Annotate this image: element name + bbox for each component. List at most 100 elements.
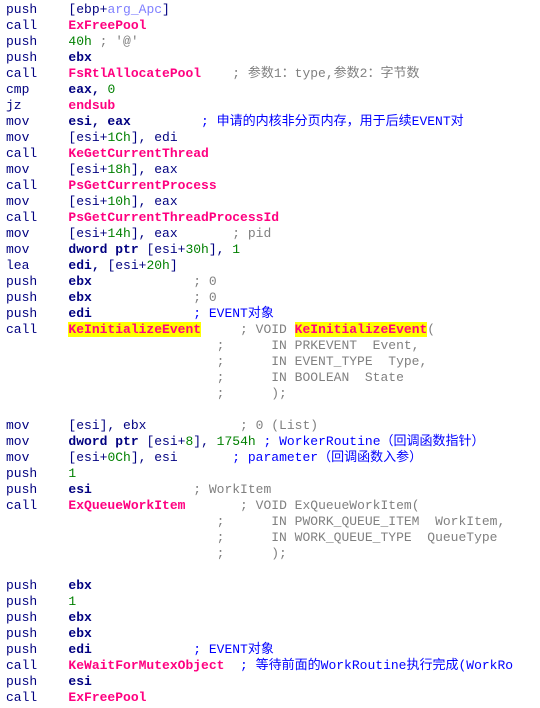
comment: ; IN BOOLEAN State bbox=[6, 370, 404, 385]
asm-line: call PsGetCurrentProcess bbox=[6, 178, 540, 194]
mnemonic: mov bbox=[6, 450, 68, 465]
number-literal: 1 bbox=[232, 242, 240, 257]
mnemonic: mov bbox=[6, 434, 68, 449]
asm-line: push [ebp+arg_Apc] bbox=[6, 2, 540, 18]
mnemonic: push bbox=[6, 290, 68, 305]
asm-line: ; IN EVENT_TYPE Type, bbox=[6, 354, 540, 370]
function-name: PsGetCurrentThreadProcessId bbox=[68, 210, 279, 225]
comment: ; 参数1：type,参数2：字节数 bbox=[201, 66, 419, 81]
mnemonic: mov bbox=[6, 130, 68, 145]
register: ebx bbox=[68, 626, 91, 641]
function-name: KeGetCurrentThread bbox=[68, 146, 208, 161]
mnemonic: call bbox=[6, 690, 68, 705]
comment: ; ); bbox=[6, 386, 287, 401]
asm-line: mov [esi+10h], eax bbox=[6, 194, 540, 210]
number-literal: 1 bbox=[68, 466, 76, 481]
register: ebx bbox=[68, 50, 91, 65]
function-name: FsRtlAllocatePool bbox=[68, 66, 201, 81]
mnemonic: call bbox=[6, 322, 68, 337]
mnemonic: mov bbox=[6, 242, 68, 257]
mnemonic: mov bbox=[6, 162, 68, 177]
function-name: PsGetCurrentProcess bbox=[68, 178, 216, 193]
mnemonic: mov bbox=[6, 114, 68, 129]
comment: ; WorkItem bbox=[92, 482, 271, 497]
asm-line: push 1 bbox=[6, 466, 540, 482]
asm-line: mov [esi+1Ch], edi bbox=[6, 130, 540, 146]
asm-line: call ExQueueWorkItem ; VOID ExQueueWorkI… bbox=[6, 498, 540, 514]
comment: ; 等待前面的WorkRoutine执行完成(WorkRo bbox=[224, 658, 513, 673]
mnemonic: push bbox=[6, 674, 68, 689]
number-literal: 1754h bbox=[217, 434, 256, 449]
asm-line: mov [esi+18h], eax bbox=[6, 162, 540, 178]
comment: ; IN PWORK_QUEUE_ITEM WorkItem, bbox=[6, 514, 505, 529]
register: ebx bbox=[68, 578, 91, 593]
comment: ; VOID bbox=[201, 322, 295, 337]
asm-line: mov esi, eax ; 申请的内核非分页内存，用于后续EVENT对 bbox=[6, 114, 540, 130]
asm-line: call PsGetCurrentThreadProcessId bbox=[6, 210, 540, 226]
asm-line: call KeInitializeEvent ; VOID KeInitiali… bbox=[6, 322, 540, 338]
function-name-highlighted: KeInitializeEvent bbox=[68, 322, 201, 337]
jump-target: endsub bbox=[68, 98, 115, 113]
register: edi bbox=[68, 306, 91, 321]
register: esi bbox=[68, 674, 91, 689]
mnemonic: push bbox=[6, 594, 68, 609]
mnemonic: mov bbox=[6, 226, 68, 241]
function-name: KeWaitForMutexObject bbox=[68, 658, 224, 673]
asm-line: push edi ; EVENT对象 bbox=[6, 306, 540, 322]
mnemonic: call bbox=[6, 18, 68, 33]
register: ebx bbox=[68, 610, 91, 625]
asm-line: ; IN BOOLEAN State bbox=[6, 370, 540, 386]
comment: ; parameter（回调函数入参） bbox=[178, 450, 422, 465]
asm-line: ; IN PRKEVENT Event, bbox=[6, 338, 540, 354]
asm-line: mov [esi+14h], eax ; pid bbox=[6, 226, 540, 242]
asm-line: push ebx bbox=[6, 610, 540, 626]
mnemonic: push bbox=[6, 306, 68, 321]
asm-line: ; IN WORK_QUEUE_TYPE QueueType bbox=[6, 530, 540, 546]
comment: ; EVENT对象 bbox=[92, 642, 274, 657]
comment-function-ref: KeInitializeEvent bbox=[295, 322, 428, 337]
function-name: ExFreePool bbox=[68, 18, 146, 33]
asm-line: ; ); bbox=[6, 546, 540, 562]
comment: ; IN WORK_QUEUE_TYPE QueueType bbox=[6, 530, 497, 545]
mnemonic: push bbox=[6, 2, 68, 17]
mnemonic: call bbox=[6, 66, 68, 81]
comment: ; VOID ExQueueWorkItem( bbox=[185, 498, 419, 513]
mnemonic: lea bbox=[6, 258, 68, 273]
mnemonic: call bbox=[6, 498, 68, 513]
mnemonic: push bbox=[6, 50, 68, 65]
mnemonic: push bbox=[6, 466, 68, 481]
asm-line: mov dword ptr [esi+30h], 1 bbox=[6, 242, 540, 258]
register: ebx bbox=[68, 290, 91, 305]
number-literal: 40h bbox=[68, 34, 91, 49]
mnemonic: mov bbox=[6, 418, 68, 433]
comment: ; ); bbox=[6, 546, 287, 561]
disassembly-listing: push [ebp+arg_Apc]call ExFreePoolpush 40… bbox=[0, 0, 540, 708]
comment: ; '@' bbox=[92, 34, 139, 49]
asm-line: push 40h ; '@' bbox=[6, 34, 540, 50]
asm-line: mov [esi], ebx ; 0 (List) bbox=[6, 418, 540, 434]
asm-line: lea edi, [esi+20h] bbox=[6, 258, 540, 274]
comment: ; 0 bbox=[92, 274, 217, 289]
mnemonic: push bbox=[6, 642, 68, 657]
comment: ; 申请的内核非分页内存，用于后续EVENT对 bbox=[131, 114, 464, 129]
mnemonic: jz bbox=[6, 98, 68, 113]
asm-line: mov dword ptr [esi+8], 1754h ; WorkerRou… bbox=[6, 434, 540, 450]
asm-line: push ebx bbox=[6, 578, 540, 594]
number-literal: 1 bbox=[68, 594, 76, 609]
comment: ; IN PRKEVENT Event, bbox=[6, 338, 419, 353]
mnemonic: push bbox=[6, 274, 68, 289]
mnemonic: push bbox=[6, 626, 68, 641]
comment: ; pid bbox=[178, 226, 272, 241]
asm-line: call KeGetCurrentThread bbox=[6, 146, 540, 162]
asm-line: push ebx bbox=[6, 50, 540, 66]
mnemonic: call bbox=[6, 658, 68, 673]
asm-line: push 1 bbox=[6, 594, 540, 610]
mnemonic: call bbox=[6, 210, 68, 225]
mnemonic: push bbox=[6, 482, 68, 497]
asm-line: push ebx bbox=[6, 626, 540, 642]
asm-line: push esi ; WorkItem bbox=[6, 482, 540, 498]
comment: ; WorkerRoutine（回调函数指针） bbox=[256, 434, 485, 449]
asm-line: call ExFreePool bbox=[6, 18, 540, 34]
asm-line bbox=[6, 402, 540, 418]
comment: ; 0 bbox=[92, 290, 217, 305]
